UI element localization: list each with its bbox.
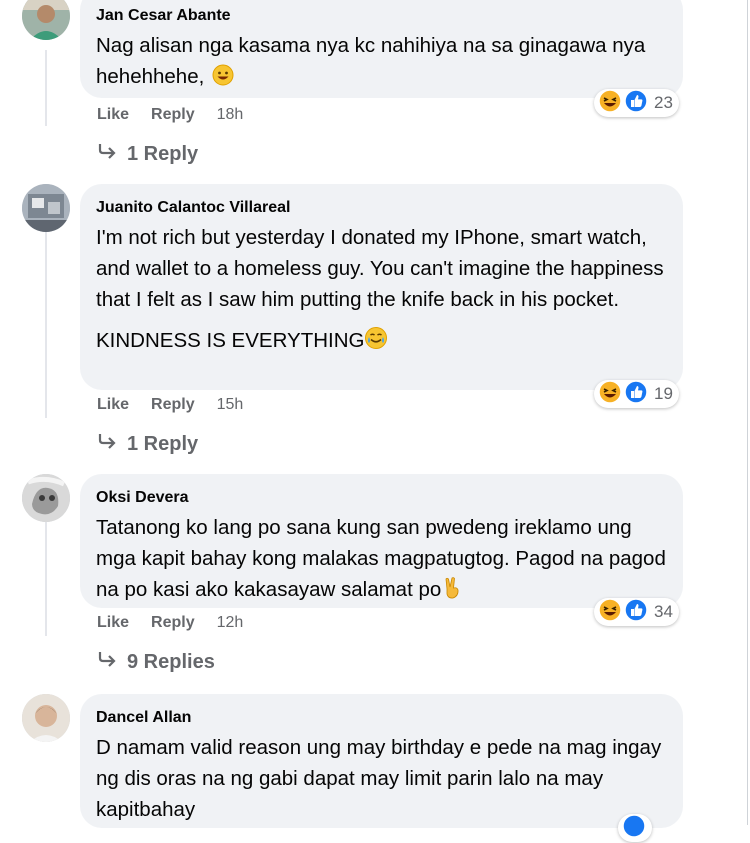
comment-timestamp[interactable]: 12h <box>217 614 244 632</box>
haha-reaction-icon <box>598 597 622 627</box>
comment-author[interactable]: Dancel Allan <box>96 708 667 728</box>
reaction-summary[interactable]: 23 <box>594 88 679 118</box>
replies-count-label: 1 Reply <box>127 142 199 165</box>
like-reaction-icon <box>622 813 646 843</box>
smiling-face-with-tear-emoji-icon <box>364 326 388 359</box>
avatar[interactable] <box>22 474 70 522</box>
comment-actions: Like Reply 12h <box>97 614 243 632</box>
avatar[interactable] <box>22 0 70 40</box>
reply-arrow-icon <box>97 142 117 166</box>
comment-text: Tatanong ko lang po sana kung san pweden… <box>96 512 667 608</box>
comment-author[interactable]: Jan Cesar Abante <box>96 6 667 26</box>
reply-button[interactable]: Reply <box>151 106 195 124</box>
haha-reaction-icon <box>598 88 622 118</box>
comment-timestamp[interactable]: 18h <box>217 106 244 124</box>
avatar[interactable] <box>22 694 70 742</box>
reply-arrow-icon <box>97 650 117 674</box>
comment-bubble: Oksi Devera Tatanong ko lang po sana kun… <box>80 474 683 608</box>
frame-border <box>747 0 748 825</box>
smiling-face-emoji-icon <box>212 64 234 95</box>
comment-bubble: Juanito Calantoc Villareal I'm not rich … <box>80 184 683 390</box>
haha-reaction-icon <box>598 379 622 409</box>
reply-button[interactable]: Reply <box>151 396 195 414</box>
reaction-count: 19 <box>654 384 673 403</box>
view-replies-link[interactable]: 1 Reply <box>97 142 198 166</box>
comment-bubble: Jan Cesar Abante Nag alisan nga kasama n… <box>80 0 683 98</box>
thread-line <box>45 50 47 126</box>
victory-hand-emoji-icon <box>443 577 461 608</box>
comment-paragraph: I'm not rich but yesterday I donated my … <box>96 226 664 311</box>
reaction-summary[interactable] <box>618 813 652 843</box>
comment-text: Nag alisan nga kasama nya kc nahihiya na… <box>96 30 667 95</box>
view-replies-link[interactable]: 1 Reply <box>97 432 198 456</box>
comment-bubble: Dancel Allan D namam valid reason ung ma… <box>80 694 683 828</box>
comment-actions: Like Reply 15h <box>97 396 243 414</box>
comment-paragraph: KINDNESS IS EVERYTHING <box>96 329 365 352</box>
avatar[interactable] <box>22 184 70 232</box>
reaction-summary[interactable]: 34 <box>594 597 679 627</box>
like-reaction-icon <box>624 379 648 409</box>
comment-text: D namam valid reason ung may birthday e … <box>96 736 662 821</box>
replies-count-label: 9 Replies <box>127 650 215 673</box>
thread-line <box>45 232 47 418</box>
reaction-summary[interactable]: 19 <box>594 379 679 409</box>
like-button[interactable]: Like <box>97 614 129 632</box>
comment-text-line: Nag alisan nga kasama nya kc nahihiya na… <box>96 34 646 88</box>
comment-actions: Like Reply 18h <box>97 106 243 124</box>
like-reaction-icon <box>624 597 648 627</box>
reply-button[interactable]: Reply <box>151 614 195 632</box>
reaction-count: 34 <box>654 602 673 621</box>
thread-line <box>45 522 47 636</box>
reply-arrow-icon <box>97 432 117 456</box>
comment-text: I'm not rich but yesterday I donated my … <box>96 222 667 359</box>
like-button[interactable]: Like <box>97 106 129 124</box>
like-button[interactable]: Like <box>97 396 129 414</box>
comment-author[interactable]: Oksi Devera <box>96 488 667 508</box>
reaction-count: 23 <box>654 93 673 112</box>
comment-text-line: Tatanong ko lang po sana kung san pweden… <box>96 516 666 601</box>
comment-author[interactable]: Juanito Calantoc Villareal <box>96 198 667 218</box>
replies-count-label: 1 Reply <box>127 432 199 455</box>
view-replies-link[interactable]: 9 Replies <box>97 650 215 674</box>
like-reaction-icon <box>624 88 648 118</box>
comment-timestamp[interactable]: 15h <box>217 396 244 414</box>
